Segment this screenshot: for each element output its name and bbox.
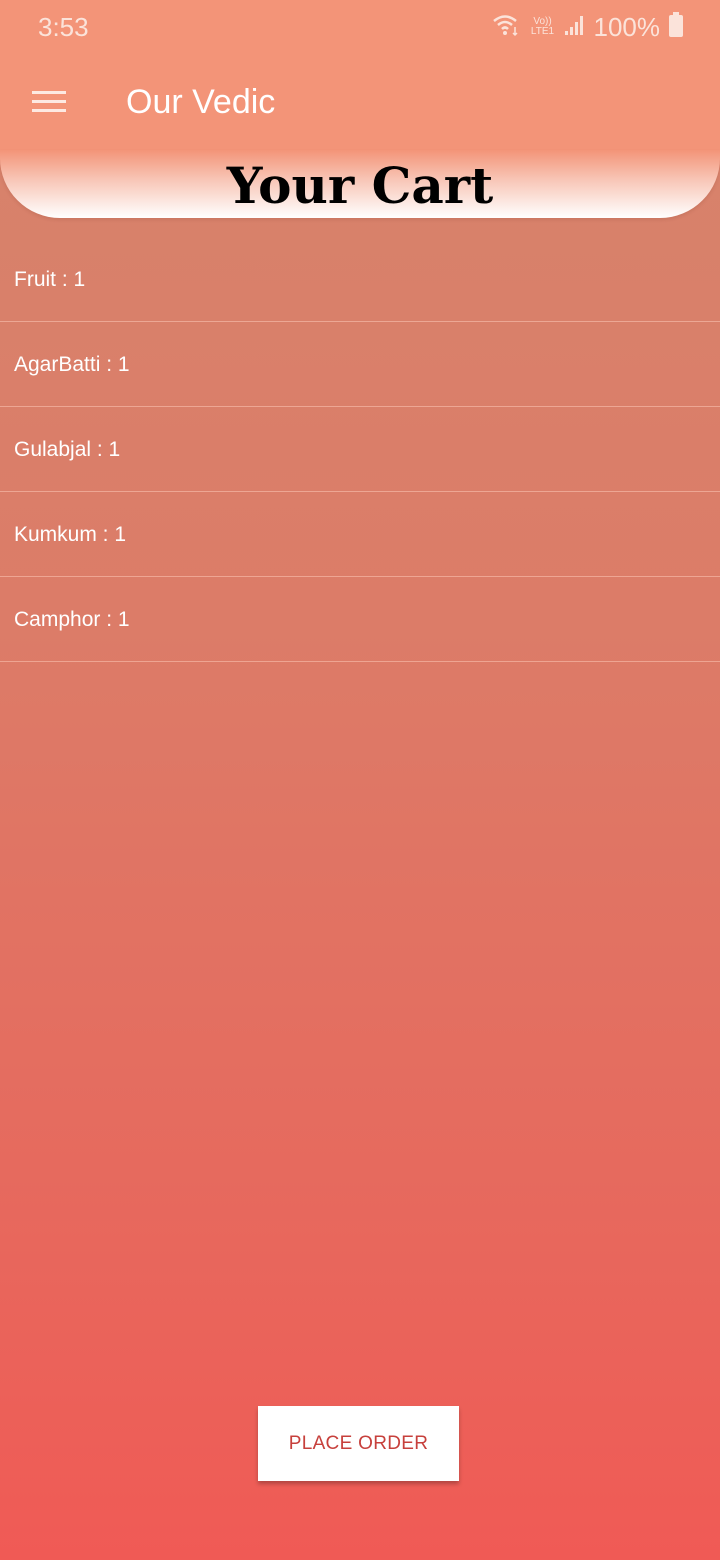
cart-item[interactable]: Camphor : 1 [0, 577, 720, 662]
status-icons: Vo)) LTE1 100% [492, 10, 685, 44]
cart-item[interactable]: Kumkum : 1 [0, 492, 720, 577]
app-title: Our Vedic [126, 83, 276, 121]
cart-item-label: AgarBatti : 1 [14, 353, 130, 376]
status-time: 3:53 [38, 12, 89, 42]
hamburger-menu-icon[interactable] [24, 78, 74, 126]
cart-item-label: Gulabjal : 1 [14, 438, 121, 461]
status-bar: 3:53 Vo)) LTE1 100% [0, 0, 720, 54]
app-bar: Our Vedic [0, 60, 720, 144]
lte-badge: Vo)) LTE1 [530, 16, 555, 37]
cart-item-label: Kumkum : 1 [14, 523, 127, 546]
cart-list: Fruit : 1 AgarBatti : 1 Gulabjal : 1 Kum… [0, 237, 720, 662]
battery-percent: 100% [593, 12, 661, 42]
signal-icon [564, 14, 586, 41]
cart-item[interactable]: Gulabjal : 1 [0, 407, 720, 492]
cart-title: Your Cart [226, 156, 494, 215]
cart-item-label: Fruit : 1 [14, 268, 86, 291]
cart-item[interactable]: Fruit : 1 [0, 237, 720, 322]
cart-item[interactable]: AgarBatti : 1 [0, 322, 720, 407]
wifi-icon [492, 13, 522, 42]
cart-item-label: Camphor : 1 [14, 608, 130, 631]
battery-icon [668, 11, 684, 43]
place-order-button[interactable]: PLACE ORDER [258, 1406, 459, 1481]
